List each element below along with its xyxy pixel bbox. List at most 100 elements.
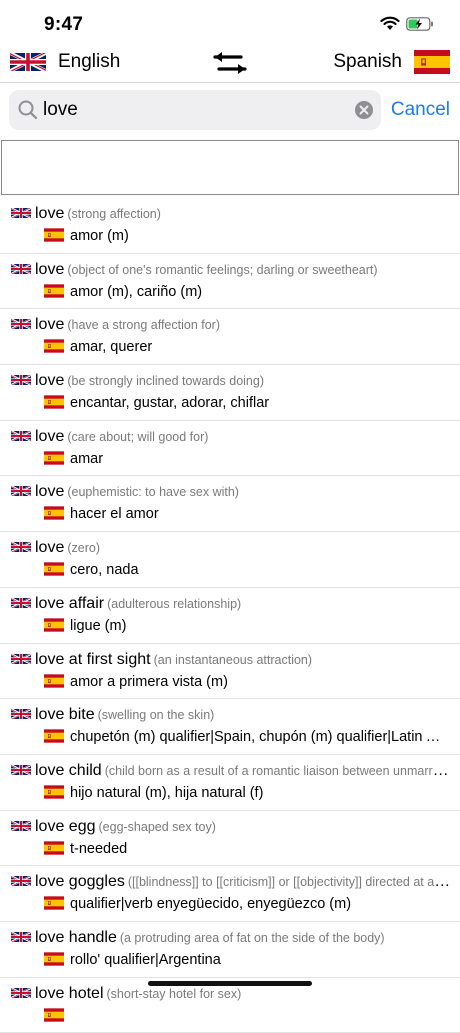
result-term: love egg: [35, 817, 96, 835]
result-row[interactable]: love bite (swelling on the skin) chupetón …: [0, 699, 460, 755]
spain-flag-icon: [44, 284, 64, 298]
result-gloss: (egg-shaped sex toy): [98, 819, 216, 834]
spain-flag-icon: [44, 451, 64, 465]
spain-flag-icon: [44, 841, 64, 855]
result-spanish-line: hijo natural (m), hija natural (f): [44, 785, 448, 801]
result-gloss: (zero): [67, 541, 101, 556]
result-row[interactable]: love goggles ([[blindness]] to [[criticis…: [0, 866, 460, 922]
result-gloss: (an instantaneous attraction): [153, 652, 313, 667]
source-language-selector[interactable]: English: [10, 48, 120, 76]
uk-flag-icon: [11, 652, 31, 666]
result-gloss: (object of one's romantic feelings; darl…: [67, 262, 378, 277]
result-term: love goggles: [35, 873, 125, 891]
spain-flag-icon: [414, 48, 450, 76]
spain-flag-icon: [44, 339, 64, 353]
result-gloss: ([[blindness]] to [[criticism]] or [[obj…: [127, 875, 451, 890]
result-gloss: (care about; will good for): [67, 429, 209, 444]
result-spanish-line: t-needed: [44, 841, 448, 857]
target-language-selector[interactable]: Spanish: [333, 48, 450, 76]
result-translation: amar: [70, 450, 104, 467]
result-row[interactable]: love (zero) cero, nada: [0, 532, 460, 588]
cancel-button[interactable]: Cancel: [391, 99, 450, 121]
result-english-line: love bite (swelling on the skin): [11, 706, 451, 724]
spain-flag-icon: [44, 562, 64, 576]
result-gloss: (be strongly inclined towards doing): [67, 374, 264, 389]
result-translation: cero, nada: [70, 562, 139, 579]
result-row[interactable]: love (euphemistic: to have sex with) hacer…: [0, 476, 460, 533]
result-row[interactable]: love handle (a protruding area of fat on …: [0, 922, 460, 978]
spain-flag-icon: [44, 896, 64, 910]
result-spanish-line: amor a primera vista (m): [44, 674, 448, 690]
uk-flag-icon: [11, 540, 31, 554]
result-translation: rollo' qualifier|Argentina: [70, 951, 221, 968]
target-language-label: Spanish: [333, 51, 402, 72]
result-spanish-line: chupetón (m) qualifier|Spain, chupón (m)…: [44, 729, 448, 745]
results-list: love (strong affection) amor (m) love (objec…: [0, 198, 460, 1033]
result-gloss: (have a strong affection for): [67, 318, 220, 333]
uk-flag-icon: [11, 763, 31, 777]
result-row[interactable]: love (object of one's romantic feelings; …: [0, 254, 460, 310]
result-translation: ligue (m): [70, 617, 127, 634]
result-gloss: (adulterous relationship): [107, 596, 242, 611]
result-gloss: (child born as a result of a romantic li…: [104, 763, 451, 778]
result-spanish-line: qualifier|verb enyegüecido, enyegüezco (…: [44, 896, 448, 912]
search-input[interactable]: [43, 90, 343, 130]
result-english-line: love handle (a protruding area of fat on …: [11, 929, 451, 947]
result-spanish-line: hacer el amor: [44, 506, 448, 522]
result-spanish-line: cero, nada: [44, 562, 448, 578]
search-icon: [18, 100, 38, 120]
result-row[interactable]: love at first sight (an instantaneous att…: [0, 644, 460, 700]
clear-search-icon[interactable]: [355, 101, 373, 119]
result-term: love: [35, 427, 65, 445]
result-english-line: love (object of one's romantic feelings; …: [11, 261, 451, 279]
result-row[interactable]: love egg (egg-shaped sex toy) t-needed: [0, 811, 460, 867]
uk-flag-icon: [10, 48, 46, 76]
uk-flag-icon: [11, 986, 31, 1000]
status-bar: 9:47: [0, 0, 460, 44]
result-term: love hotel: [35, 984, 104, 1002]
swap-languages-icon[interactable]: [211, 49, 249, 77]
wifi-icon: [380, 16, 400, 30]
result-english-line: love (strong affection): [11, 205, 451, 223]
result-english-line: love (care about; will good for): [11, 428, 451, 446]
result-term: love handle: [35, 928, 117, 946]
result-row[interactable]: love (be strongly inclined towards doing)…: [0, 365, 460, 421]
spain-flag-icon: [44, 228, 64, 242]
result-row[interactable]: love (care about; will good for) amar: [0, 421, 460, 477]
result-term: love child: [35, 761, 102, 779]
result-spanish-line: encantar, gustar, adorar, chiflar: [44, 395, 448, 411]
result-term: love: [35, 205, 65, 222]
result-row[interactable]: love child (child born as a result of a r…: [0, 755, 460, 811]
spain-flag-icon: [44, 785, 64, 799]
result-english-line: love (zero): [11, 539, 451, 557]
spain-flag-icon: [44, 674, 64, 688]
result-english-line: love child (child born as a result of a r…: [11, 762, 451, 780]
result-row[interactable]: love affair (adulterous relationship) ligu…: [0, 588, 460, 644]
result-term: love: [35, 260, 65, 278]
result-translation: t-needed: [70, 840, 128, 857]
result-gloss: (a protruding area of fat on the side of…: [119, 930, 385, 945]
status-time: 9:47: [44, 14, 84, 35]
uk-flag-icon: [11, 317, 31, 331]
source-language-label: English: [58, 51, 121, 72]
result-spanish-line: amar, querer: [44, 339, 448, 355]
result-spanish-line: rollo' qualifier|Argentina: [44, 952, 448, 968]
result-term: love affair: [35, 594, 105, 612]
status-icons: [380, 16, 434, 31]
uk-flag-icon: [11, 596, 31, 610]
home-indicator[interactable]: [148, 981, 312, 986]
result-term: love: [35, 316, 65, 334]
result-english-line: love egg (egg-shaped sex toy): [11, 818, 451, 836]
result-english-line: love (have a strong affection for): [11, 316, 451, 334]
search-box[interactable]: [9, 90, 381, 130]
result-spanish-line: amor (m), cariño (m): [44, 284, 448, 300]
result-row[interactable]: love (have a strong affection for) amar, q…: [0, 309, 460, 366]
result-english-line: love goggles ([[blindness]] to [[criticis…: [11, 873, 451, 891]
result-gloss: (euphemistic: to have sex with): [67, 485, 239, 500]
uk-flag-icon: [11, 429, 31, 443]
result-term: love: [35, 483, 65, 501]
result-english-line: love affair (adulterous relationship): [11, 595, 451, 613]
result-row[interactable]: love (strong affection) amor (m): [0, 198, 460, 254]
uk-flag-icon: [11, 484, 31, 498]
result-spanish-line: [44, 1008, 448, 1024]
